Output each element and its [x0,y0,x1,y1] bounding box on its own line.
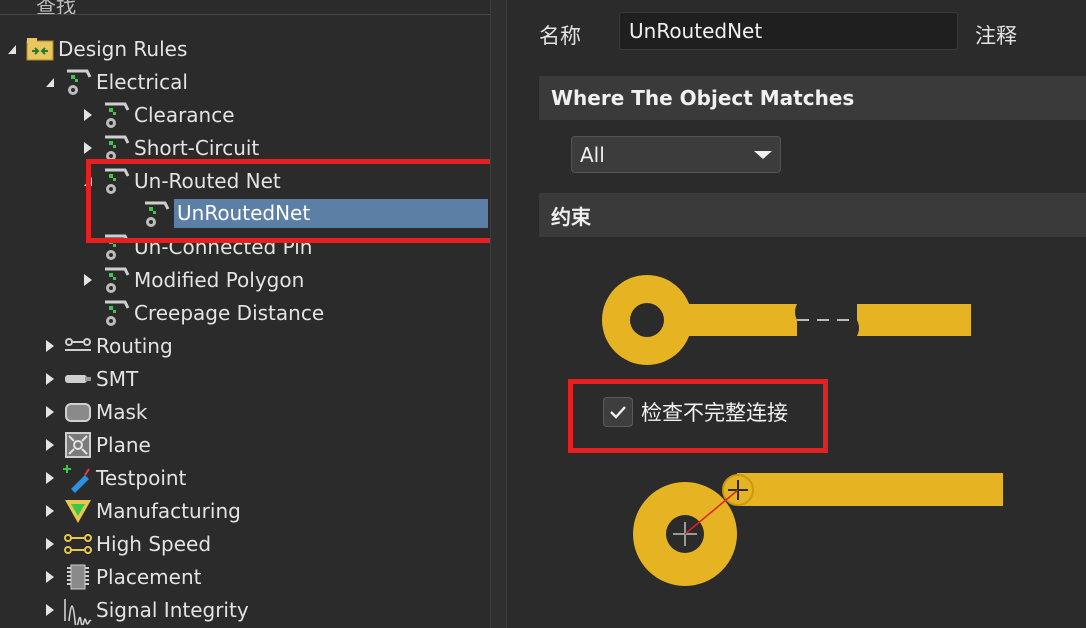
expand-arrow-icon[interactable] [80,107,96,123]
track-segment [857,304,971,336]
tree-item-smt[interactable]: SMT [42,362,138,395]
high-speed-icon [62,528,94,560]
expand-arrow-icon[interactable] [42,536,58,552]
pad-hole [630,303,664,337]
expand-arrow-icon[interactable] [42,404,58,420]
dropdown-caret-icon [754,150,772,159]
expand-arrow-icon[interactable] [42,338,58,354]
placement-icon [62,561,94,593]
collapse-arrow-icon[interactable] [42,74,58,90]
tree-item-mask[interactable]: Mask [42,395,148,428]
constraints-header: 约束 [539,193,1086,237]
electrical-rule-icon [100,99,132,131]
search-label: 查找 [36,0,76,15]
tree-item-clearance[interactable]: Clearance [80,98,235,131]
highlight-box [86,159,526,243]
tree-item-routing[interactable]: Routing [42,329,173,362]
expand-arrow-icon[interactable] [80,140,96,156]
tree-label: Testpoint [96,465,187,490]
tree-label: Signal Integrity [96,597,249,622]
expand-arrow-icon[interactable] [42,503,58,519]
incomplete-connection-diagram [633,473,1003,586]
expand-arrow-icon[interactable] [80,272,96,288]
tree-label: Electrical [96,69,188,94]
name-label: 名称 [539,24,581,48]
routing-icon [62,330,94,362]
tree-item-modified-polygon[interactable]: Modified Polygon [80,263,304,296]
rules-tree-panel: 查找 Design Rules Electrical Clearance Sho… [0,0,526,628]
tree-label: Modified Polygon [134,267,305,292]
plane-icon [62,429,94,461]
expand-arrow-icon[interactable] [42,569,58,585]
tree-label: Routing [96,333,173,358]
tree-item-placement[interactable]: Placement [42,560,201,593]
comment-label: 注释 [975,24,1017,48]
tree-label: SMT [96,366,139,391]
unrouted-net-diagram [602,275,971,365]
tree-item-signal-integrity[interactable]: Signal Integrity [42,593,249,626]
tree-label: Mask [96,399,148,424]
tree-label: Short-Circuit [134,135,260,160]
electrical-rule-icon [62,66,94,98]
tree-item-design-rules[interactable]: Design Rules [4,32,187,65]
tree-label: High Speed [96,531,212,556]
mask-icon [62,396,94,428]
search-bar[interactable]: 查找 [0,0,490,15]
expand-arrow-icon[interactable] [42,437,58,453]
tree-item-testpoint[interactable]: Testpoint [42,461,186,494]
expand-arrow-icon[interactable] [42,470,58,486]
scope-value: All [580,142,605,167]
highlight-box [568,379,828,453]
tree-item-creepage-distance[interactable]: Creepage Distance [100,296,324,329]
tree-label: Placement [96,564,202,589]
tree-item-manufacturing[interactable]: Manufacturing [42,494,241,527]
where-object-matches-header: Where The Object Matches [539,76,1086,120]
expand-arrow-icon[interactable] [42,371,58,387]
electrical-rule-icon [100,264,132,296]
rule-name-input[interactable] [619,12,958,50]
electrical-rule-icon [100,297,132,329]
collapse-arrow-icon[interactable] [4,41,20,57]
section-title: 约束 [551,204,591,229]
scope-select[interactable]: All [571,136,781,173]
tree-label: Manufacturing [96,498,241,523]
track-segment [737,473,1003,506]
rule-editor-panel: 名称 注释 Where The Object Matches All 约束 检查… [507,0,1086,628]
tree-item-electrical[interactable]: Electrical [42,65,188,98]
tree-label: Plane [96,432,151,457]
design-rules-folder-icon [24,33,56,65]
expand-arrow-icon[interactable] [42,602,58,618]
tree-item-high-speed[interactable]: High Speed [42,527,211,560]
manufacturing-icon [62,495,94,527]
signal-integrity-icon [62,594,94,626]
panel-splitter[interactable] [490,0,507,628]
testpoint-icon [62,462,94,494]
tree-label: Creepage Distance [134,300,325,325]
smt-icon [62,363,94,395]
tree-item-plane[interactable]: Plane [42,428,151,461]
section-title: Where The Object Matches [551,86,855,110]
tree-label: Clearance [134,102,235,127]
tree-label: Design Rules [58,36,188,61]
